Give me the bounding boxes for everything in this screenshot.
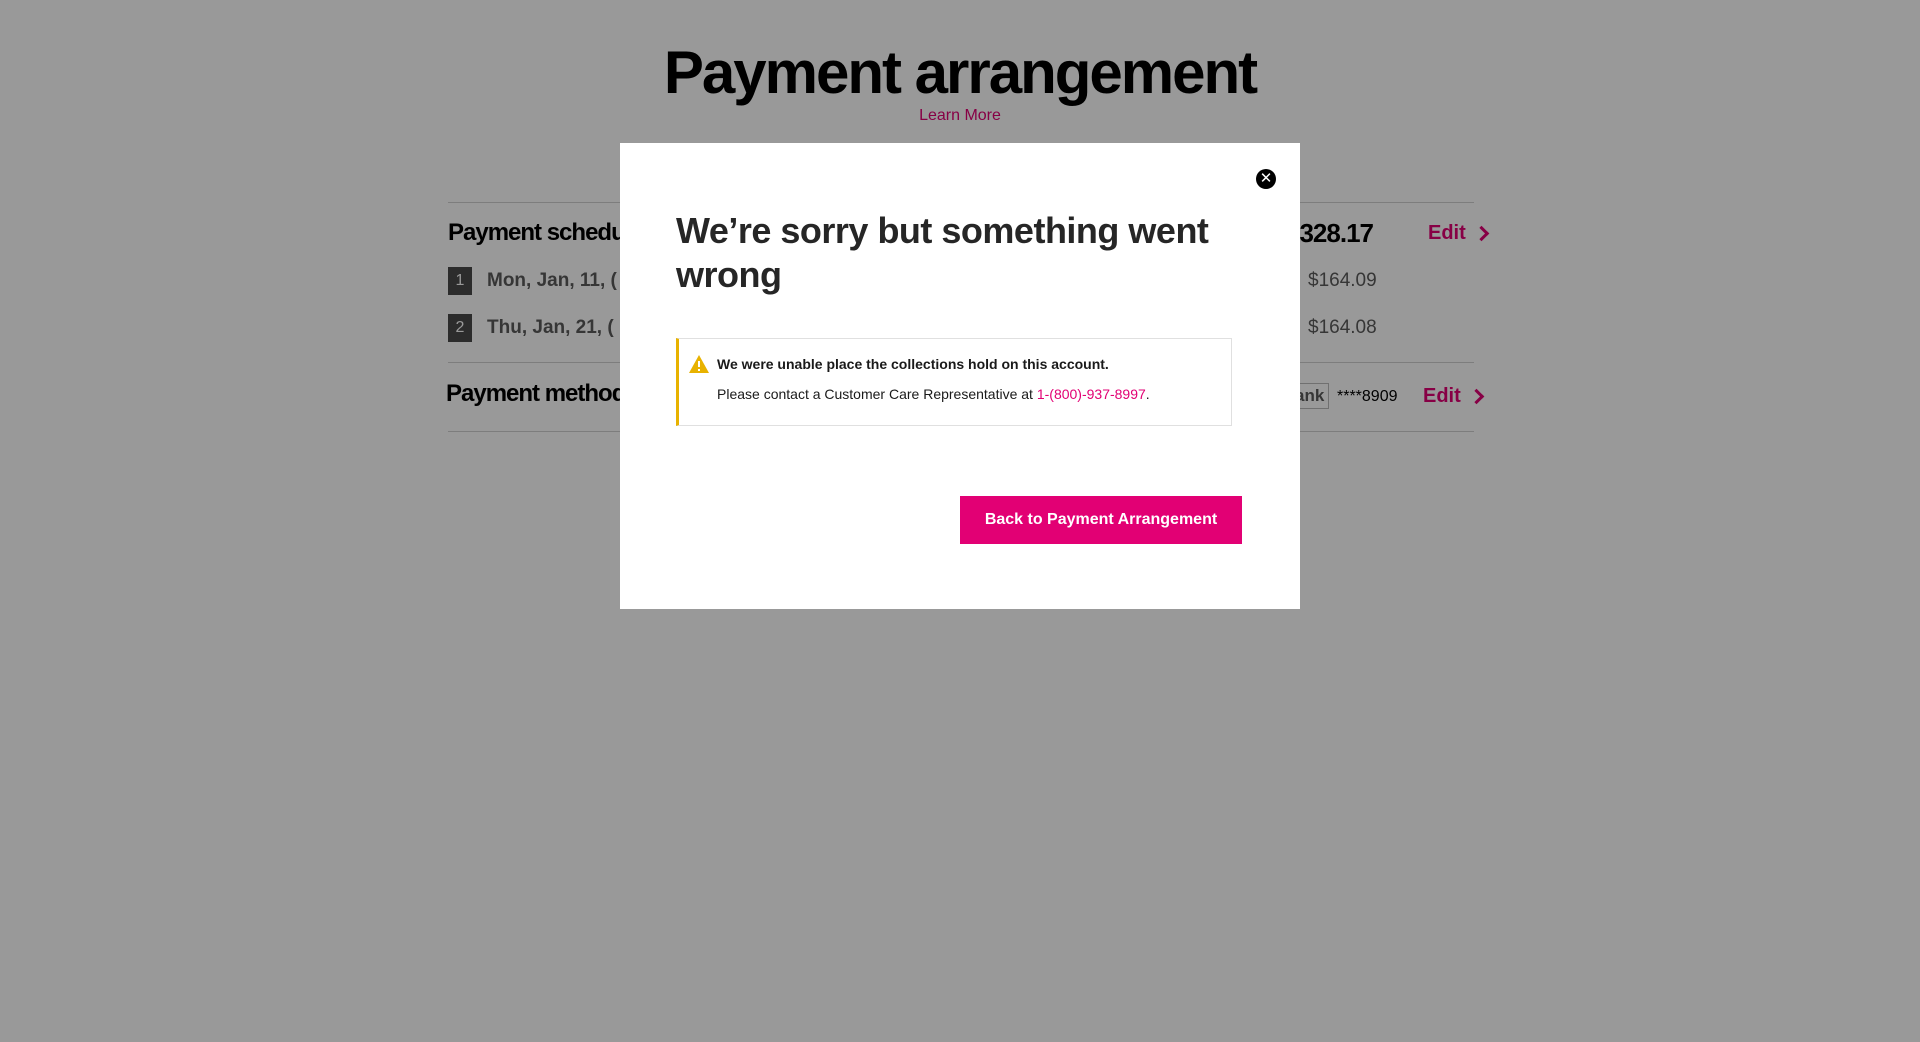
- phone-link[interactable]: 1-(800)-937-8997: [1037, 386, 1146, 402]
- error-modal: ✕ We’re sorry but something went wrong W…: [620, 143, 1300, 609]
- warning-alert: We were unable place the collections hol…: [676, 338, 1232, 426]
- modal-title: We’re sorry but something went wrong: [676, 210, 1209, 295]
- alert-body-text: Please contact a Customer Care Represent…: [717, 386, 1037, 402]
- back-to-payment-arrangement-button[interactable]: Back to Payment Arrangement: [960, 496, 1242, 544]
- alert-body: Please contact a Customer Care Represent…: [717, 386, 1150, 402]
- alert-body-suffix: .: [1145, 386, 1150, 402]
- warning-icon: [689, 355, 709, 373]
- alert-heading: We were unable place the collections hol…: [717, 356, 1109, 372]
- close-icon[interactable]: ✕: [1256, 169, 1276, 189]
